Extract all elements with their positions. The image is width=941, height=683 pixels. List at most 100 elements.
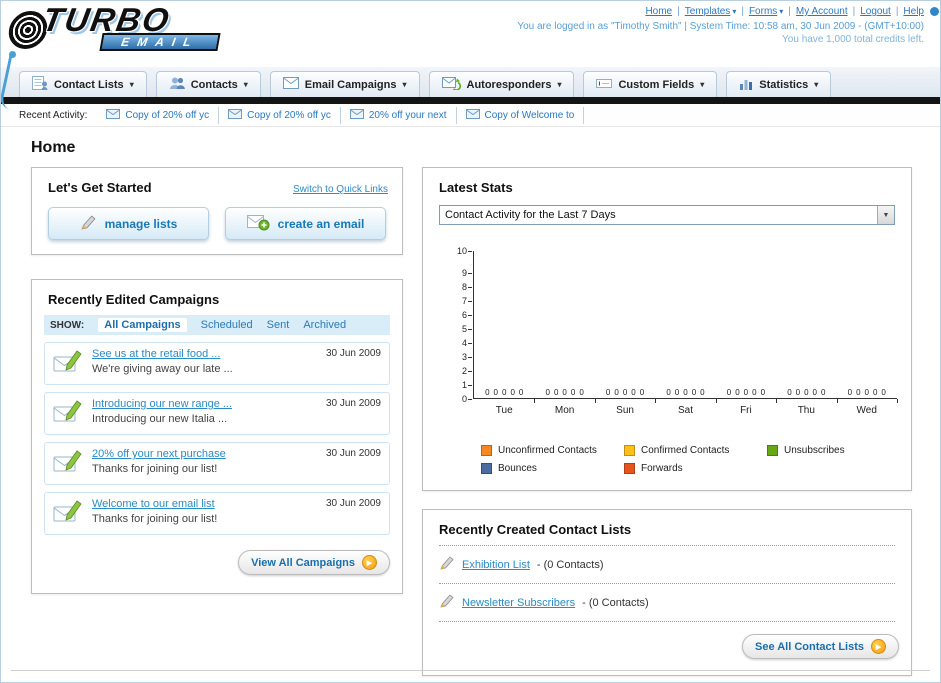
- campaign-title-link[interactable]: 20% off your next purchase: [92, 448, 318, 460]
- logo-subtitle: EMAIL: [99, 33, 221, 51]
- header: TURBO EMAIL HomeTemplates▾Forms▾My Accou…: [1, 1, 940, 110]
- filter-sent[interactable]: Sent: [267, 319, 290, 331]
- bar-value-label: 0: [881, 388, 886, 397]
- corner-decorative-dot: [930, 7, 939, 16]
- campaign-subtitle: Thanks for joining our list!: [92, 513, 218, 525]
- bar-value-label: 0: [639, 388, 645, 397]
- top-link-forms[interactable]: Forms ▾: [749, 6, 783, 17]
- bar-value-label: 0: [743, 388, 749, 397]
- campaign-title-link[interactable]: Introducing our new range ...: [92, 398, 318, 410]
- credits-info: You have 1,000 total credits left.: [782, 34, 924, 45]
- divider-bar: [1, 97, 940, 104]
- campaign-title-link[interactable]: Welcome to our email list: [92, 498, 318, 510]
- campaigns-panel-title: Recently Edited Campaigns: [48, 292, 220, 307]
- top-link-label: Forms: [748, 6, 778, 17]
- bar-value-label: 0: [812, 388, 817, 397]
- recent-activity-item[interactable]: Copy of 20% off yc: [97, 106, 220, 124]
- pencil-icon: [80, 214, 97, 234]
- campaigns-panel-footer: View All Campaigns ▶: [32, 542, 402, 587]
- envelope-icon: [465, 108, 480, 122]
- y-tick-label: 9: [447, 269, 472, 278]
- top-link-help[interactable]: Help: [903, 6, 924, 17]
- filter-scheduled[interactable]: Scheduled: [201, 319, 253, 331]
- tab-statistics[interactable]: Statistics ▾: [726, 71, 832, 97]
- chevron-down-icon: ▾: [402, 80, 407, 89]
- bar-value-labels: 00000: [787, 388, 825, 397]
- separator: [891, 6, 904, 17]
- tab-contact-lists[interactable]: Contact Lists ▾: [19, 71, 147, 97]
- get-started-buttons: manage lists create an email: [32, 203, 402, 240]
- campaign-row[interactable]: 20% off your next purchase Thanks for jo…: [44, 442, 390, 485]
- filter-all-campaigns[interactable]: All Campaigns: [98, 318, 187, 332]
- tab-autoresponders[interactable]: Autoresponders ▾: [428, 71, 575, 97]
- campaign-title-link[interactable]: See us at the retail food ...: [92, 348, 318, 360]
- contact-list-link[interactable]: Newsletter Subscribers: [462, 597, 575, 609]
- contact-list-count: - (0 Contacts): [536, 558, 604, 571]
- bar-value-labels: 00000: [848, 388, 886, 397]
- legend-swatch: [624, 463, 635, 474]
- top-link-my-account[interactable]: My Account: [796, 6, 848, 17]
- top-link-templates[interactable]: Templates ▾: [685, 6, 737, 17]
- legend-swatch: [767, 445, 778, 456]
- bar-value-label: 0: [674, 388, 680, 397]
- bar-value-label: 0: [872, 388, 878, 397]
- y-tick-label: 2: [447, 367, 472, 376]
- stats-range-select[interactable]: Contact Activity for the Last 7 Days ▼: [439, 205, 895, 225]
- campaign-row[interactable]: Welcome to our email list Thanks for joi…: [44, 492, 390, 535]
- y-tick-label: 8: [447, 283, 472, 292]
- legend-item: Unconfirmed Contacts: [481, 445, 624, 456]
- stats-panel-title: Latest Stats: [439, 180, 513, 195]
- tab-label: Contact Lists: [54, 78, 124, 91]
- top-link-home[interactable]: Home: [645, 6, 672, 17]
- recent-activity-item[interactable]: Copy of 20% off yc: [219, 106, 341, 124]
- contact-list-item[interactable]: Newsletter Subscribers - (0 Contacts): [423, 584, 911, 621]
- tab-label: Email Campaigns: [304, 78, 397, 91]
- create-email-label: create an email: [277, 216, 365, 231]
- recently-created-contact-lists-panel: Recently Created Contact Lists Exhibitio…: [422, 509, 912, 676]
- filter-archived[interactable]: Archived: [303, 319, 346, 331]
- recent-activity-item[interactable]: Copy of Welcome to: [457, 106, 585, 124]
- tab-contacts[interactable]: Contacts ▾: [155, 71, 261, 97]
- app-logo[interactable]: TURBO EMAIL: [6, 1, 221, 51]
- campaign-row[interactable]: Introducing our new range ... Introducin…: [44, 392, 390, 435]
- chevron-down-icon: ▾: [129, 80, 134, 89]
- bar-value-label: 0: [666, 388, 671, 397]
- switch-quick-links-link[interactable]: Switch to Quick Links: [293, 184, 388, 195]
- legend-label: Confirmed Contacts: [641, 445, 730, 456]
- recently-edited-campaigns-panel: Recently Edited Campaigns SHOW: All Camp…: [31, 279, 403, 594]
- tab-custom-fields[interactable]: Custom Fields ▾: [583, 71, 718, 97]
- chart-bar-group: 0 0 0 0 0 Sat: [655, 251, 718, 416]
- bar-value-label: 0: [579, 388, 584, 397]
- contact-list-link[interactable]: Exhibition List: [462, 559, 530, 571]
- main-content: Let's Get Started Switch to Quick Links …: [1, 167, 940, 676]
- get-started-header: Let's Get Started Switch to Quick Links: [32, 168, 402, 203]
- chart-bar-group: 0 0 0 0 0 Wed: [837, 251, 899, 416]
- view-all-campaigns-button[interactable]: View All Campaigns ▶: [238, 550, 390, 575]
- pencil-icon: [439, 555, 455, 574]
- x-axis-label: Sun: [616, 405, 634, 416]
- legend-label: Unconfirmed Contacts: [498, 445, 597, 456]
- envelope-pencil-icon: [53, 498, 83, 529]
- tab-email-campaigns[interactable]: Email Campaigns ▾: [269, 71, 420, 97]
- separator: [848, 6, 861, 17]
- contact-list-item[interactable]: Exhibition List - (0 Contacts): [423, 546, 911, 583]
- chevron-down-icon: ▾: [243, 80, 248, 89]
- envelope-icon: [282, 77, 299, 92]
- bar-value-label: 0: [614, 388, 619, 397]
- x-axis-label: Sat: [677, 405, 693, 416]
- create-email-button[interactable]: create an email: [225, 207, 386, 240]
- manage-lists-button[interactable]: manage lists: [48, 207, 209, 240]
- top-link-logout[interactable]: Logout: [860, 6, 891, 17]
- see-all-contact-lists-button[interactable]: See All Contact Lists ▶: [741, 634, 899, 659]
- show-label: SHOW:: [50, 319, 85, 331]
- see-all-contact-lists-label: See All Contact Lists: [754, 640, 864, 653]
- chart-bar-group: 0 0 0 0 0 Mon: [534, 251, 597, 416]
- campaign-texts: Introducing our new range ... Introducin…: [92, 398, 318, 425]
- legend-item: Bounces: [481, 463, 624, 474]
- bar-value-labels: 00000: [485, 388, 523, 397]
- bar-value-label: 0: [510, 388, 515, 397]
- custom-fields-icon: [596, 77, 613, 92]
- campaign-row[interactable]: See us at the retail food ... We're givi…: [44, 342, 390, 385]
- chart-y-axis: 10 9 8 7 6 5 4 3 2 1 0: [447, 247, 472, 404]
- recent-activity-item[interactable]: 20% off your next: [341, 106, 457, 124]
